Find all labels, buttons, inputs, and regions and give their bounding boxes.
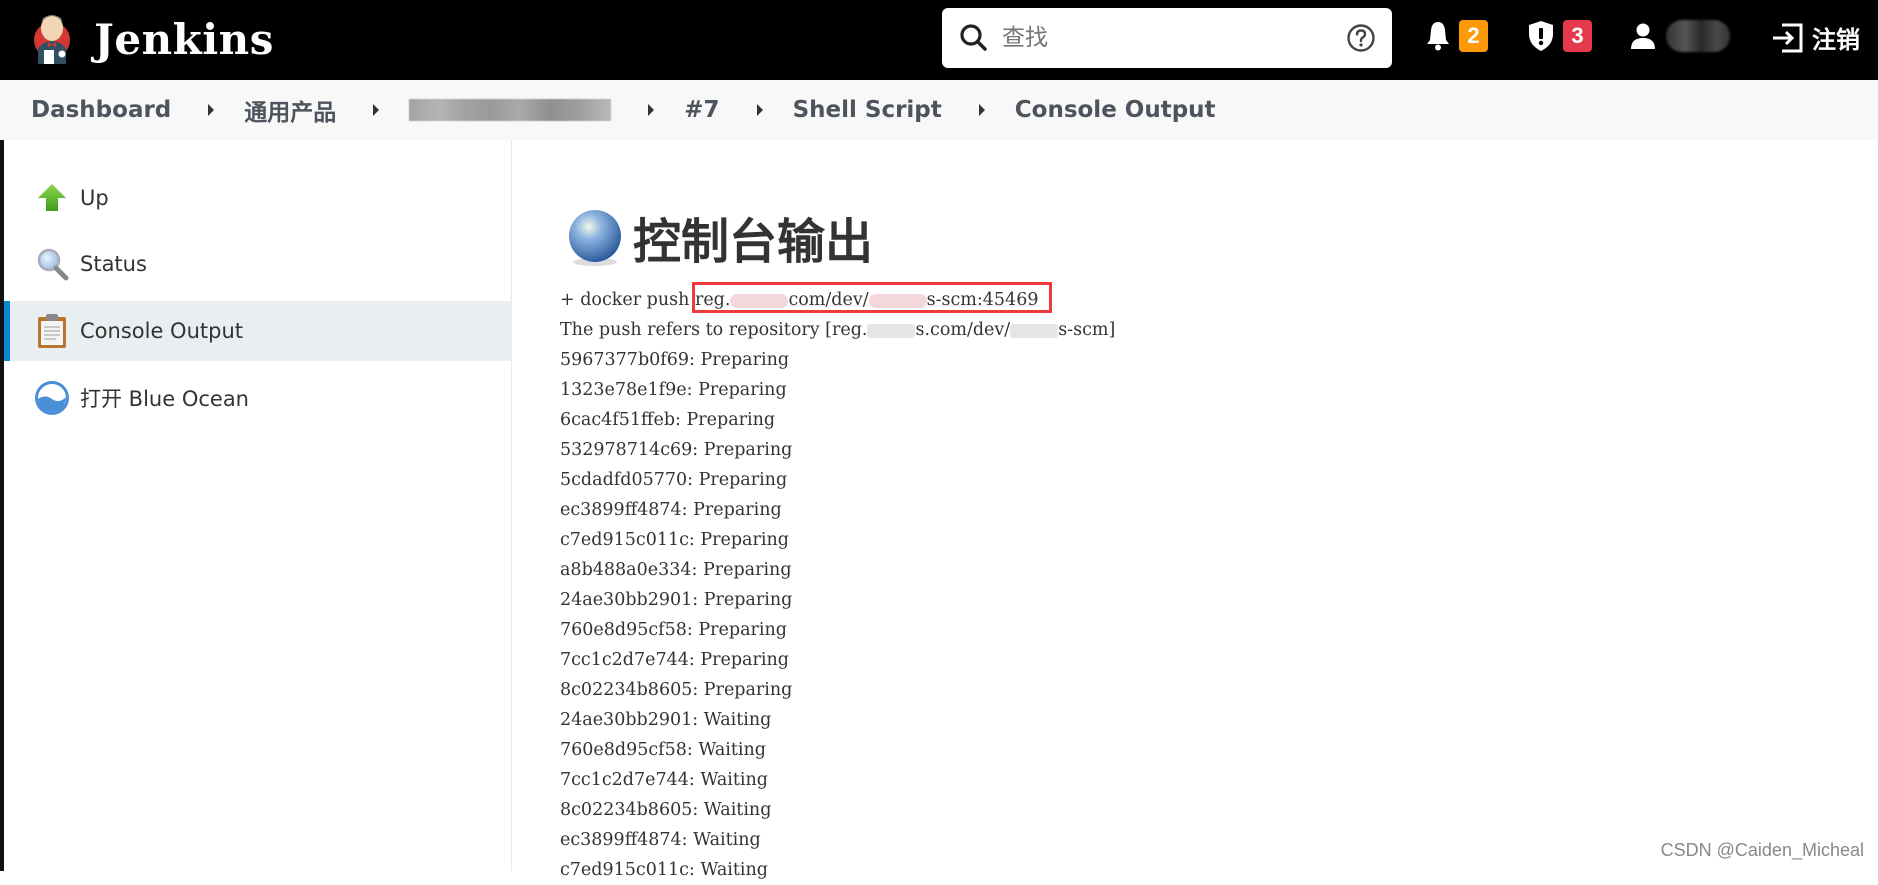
logout-label: 注销 <box>1812 20 1860 55</box>
notifications-button[interactable]: 2 <box>1425 20 1488 52</box>
brand-title: Jenkins <box>94 15 274 64</box>
console-line: 8c02234b8605: Waiting <box>560 795 1115 825</box>
console-line: 760e8d95cf58: Waiting <box>560 735 1115 765</box>
console-line: 760e8d95cf58: Preparing <box>560 615 1115 645</box>
console-line: 24ae30bb2901: Preparing <box>560 585 1115 615</box>
redacted-text <box>1010 324 1058 338</box>
sidebar-item-console-output[interactable]: Console Output <box>4 301 512 361</box>
top-header: Jenkins 2 3 <box>0 0 1878 80</box>
console-line: 5967377b0f69: Preparing <box>560 345 1115 375</box>
jenkins-logo-icon <box>28 8 76 70</box>
sidebar-item-label: Status <box>80 252 147 276</box>
magnifier-icon <box>34 246 70 282</box>
logout-button[interactable]: 注销 <box>1770 20 1860 55</box>
breadcrumb: Dashboard 通用产品 #7 Shell Script Console O… <box>0 80 1878 140</box>
breadcrumb-separator-icon[interactable] <box>757 104 763 116</box>
security-badge: 3 <box>1563 20 1592 52</box>
main-content: 控制台输出 + docker push reg.com/dev/s-scm:45… <box>513 140 1878 871</box>
user-menu[interactable] <box>1630 20 1730 52</box>
console-line: a8b488a0e334: Preparing <box>560 555 1115 585</box>
breadcrumb-separator-icon[interactable] <box>648 104 654 116</box>
sidebar-item-label: Up <box>80 186 109 210</box>
blue-ocean-icon <box>34 380 70 416</box>
notifications-badge: 2 <box>1459 20 1488 52</box>
breadcrumb-dashboard[interactable]: Dashboard <box>31 97 171 123</box>
console-text: s-scm] <box>1058 320 1115 340</box>
search-icon <box>956 20 992 56</box>
console-line: c7ed915c011c: Preparing <box>560 525 1115 555</box>
clipboard-icon <box>34 313 70 349</box>
username-redacted <box>1666 20 1730 52</box>
console-line: 6cac4f51ffeb: Preparing <box>560 405 1115 435</box>
page-title-text: 控制台输出 <box>633 202 873 272</box>
console-text: The push refers to repository [reg. <box>560 320 867 340</box>
sidebar-item-label: 打开 Blue Ocean <box>80 383 249 413</box>
search-box[interactable] <box>942 8 1392 68</box>
shield-icon <box>1527 20 1555 52</box>
console-text: s.com/dev/ <box>915 320 1010 340</box>
annotation-highlight-box <box>692 282 1052 313</box>
breadcrumb-step[interactable]: Shell Script <box>793 97 942 123</box>
search-input[interactable] <box>1002 25 1332 51</box>
up-arrow-icon <box>34 180 70 216</box>
user-icon <box>1630 22 1656 50</box>
page-title: 控制台输出 <box>565 202 873 272</box>
sidebar-item-label: Console Output <box>80 319 243 343</box>
redacted-text <box>867 324 915 338</box>
breadcrumb-job-redacted[interactable] <box>409 99 611 121</box>
bell-icon <box>1425 20 1451 52</box>
console-line: c7ed915c011c: Waiting <box>560 855 1115 885</box>
jenkins-home-link[interactable]: Jenkins <box>28 8 274 70</box>
watermark: CSDN @Caiden_Micheal <box>1661 840 1864 861</box>
sidebar-item-blue-ocean[interactable]: 打开 Blue Ocean <box>4 368 512 428</box>
breadcrumb-separator-icon[interactable] <box>373 104 379 116</box>
breadcrumb-separator-icon[interactable] <box>208 104 214 116</box>
console-orb-icon <box>565 207 625 267</box>
console-line: 1323e78e1f9e: Preparing <box>560 375 1115 405</box>
help-icon[interactable] <box>1346 23 1376 53</box>
console-line: 8c02234b8605: Preparing <box>560 675 1115 705</box>
console-line: 5cdadfd05770: Preparing <box>560 465 1115 495</box>
logout-icon <box>1770 23 1804 53</box>
console-text: + docker push <box>560 290 695 310</box>
console-line: 24ae30bb2901: Waiting <box>560 705 1115 735</box>
console-line: ec3899ff4874: Preparing <box>560 495 1115 525</box>
console-line: ec3899ff4874: Waiting <box>560 825 1115 855</box>
console-line: 7cc1c2d7e744: Waiting <box>560 765 1115 795</box>
security-button[interactable]: 3 <box>1527 20 1592 52</box>
breadcrumb-current[interactable]: Console Output <box>1015 97 1216 123</box>
console-line: 532978714c69: Preparing <box>560 435 1115 465</box>
sidebar-item-status[interactable]: Status <box>4 234 512 294</box>
console-line: The push refers to repository [reg. s.com… <box>560 315 1115 345</box>
sidebar-item-up[interactable]: Up <box>4 168 512 228</box>
breadcrumb-build[interactable]: #7 <box>684 97 719 123</box>
breadcrumb-separator-icon[interactable] <box>979 104 985 116</box>
console-line: 7cc1c2d7e744: Preparing <box>560 645 1115 675</box>
sidebar: Up Status Console Output 打开 Blue Ocean <box>0 140 512 871</box>
breadcrumb-folder[interactable]: 通用产品 <box>244 93 336 127</box>
console-output: + docker push reg.com/dev/s-scm:45469 Th… <box>560 285 1115 885</box>
